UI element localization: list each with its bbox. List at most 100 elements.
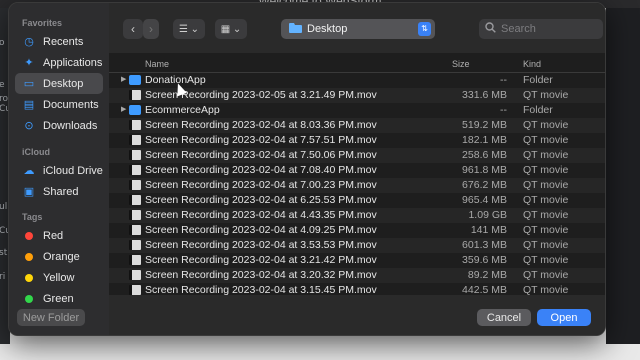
search-field[interactable] [479,19,603,39]
folder-icon [129,105,141,115]
sidebar-item-documents[interactable]: ▤ Documents [15,94,103,115]
file-name: Screen Recording 2023-02-04 at 7.08.40 P… [145,164,377,176]
sidebar-item-shared[interactable]: ▣ Shared [15,181,103,202]
file-row[interactable]: Screen Recording 2023-02-04 at 4.43.35 P… [109,208,605,223]
list-view-icon: ☰ ⌄ [178,23,200,35]
movie-file-icon [129,210,141,220]
sidebar-item-label: Documents [43,98,99,111]
chevron-left-icon: ‹ [131,22,135,36]
tag-color-dot-icon [25,231,33,240]
clock-icon: ◷ [24,36,34,48]
download-icon: ⊙ [24,120,34,132]
movie-file-icon [129,90,141,100]
file-row[interactable]: Screen Recording 2023-02-04 at 7.08.40 P… [109,163,605,178]
movie-file-icon [129,150,141,160]
file-kind: Folder [523,74,553,86]
background-text: ul [0,202,8,212]
sidebar-item-label: Downloads [43,119,98,132]
file-kind: QT movie [523,194,569,206]
file-row[interactable]: Screen Recording 2023-02-04 at 7.57.51 P… [109,133,605,148]
dialog-bottom-bar: New Folder Cancel Open [17,295,605,335]
sidebar-item-downloads[interactable]: ⊙ Downloads [15,115,103,136]
background-bottom-strip [0,344,640,360]
sidebar-item-label: Recents [43,35,84,48]
sidebar-item-applications[interactable]: ✦ Applications [15,52,103,73]
file-name: Screen Recording 2023-02-04 at 4.09.25 P… [145,224,377,236]
file-name: Screen Recording 2023-02-04 at 7.50.06 P… [145,149,377,161]
new-folder-button[interactable]: New Folder [17,309,85,326]
file-size: 519.2 MB [462,119,507,131]
folder-row[interactable]: ▶ EcommerceApp -- Folder [109,103,605,118]
search-input[interactable] [501,23,597,35]
file-size: 359.6 MB [462,254,507,266]
file-kind: QT movie [523,239,569,251]
disclosure-triangle-icon[interactable]: ▶ [121,105,126,113]
file-kind: QT movie [523,119,569,131]
file-name: Screen Recording 2023-02-04 at 3.53.53 P… [145,239,377,251]
tag-color-dot-icon [25,294,33,303]
file-row[interactable]: Screen Recording 2023-02-04 at 8.03.36 P… [109,118,605,133]
file-row[interactable]: Screen Recording 2023-02-04 at 7.50.06 P… [109,148,605,163]
view-mode-list-button[interactable]: ☰ ⌄ [173,19,205,39]
movie-file-icon [129,270,141,280]
background-text: o [0,38,5,48]
tags-section-label: Tags [22,212,43,222]
cancel-button[interactable]: Cancel [477,309,531,326]
file-name: Screen Recording 2023-02-04 at 7.00.23 P… [145,179,377,191]
file-row[interactable]: Screen Recording 2023-02-04 at 3.21.42 P… [109,253,605,268]
tag-item-orange[interactable]: Orange [15,246,103,267]
background-text: ri [0,272,6,282]
disclosure-triangle-icon[interactable]: ▶ [121,75,126,83]
movie-file-icon [129,255,141,265]
file-row[interactable]: Screen Recording 2023-02-04 at 3.20.32 P… [109,268,605,283]
file-kind: QT movie [523,164,569,176]
column-size[interactable]: Size [452,59,470,69]
file-row[interactable]: Screen Recording 2023-02-04 at 3.53.53 P… [109,238,605,253]
tag-item-green[interactable]: Green [15,288,103,309]
back-button[interactable]: ‹ [123,19,143,39]
open-button[interactable]: Open [537,309,591,326]
file-row[interactable]: Screen Recording 2023-02-04 at 4.09.25 P… [109,223,605,238]
file-name: Screen Recording 2023-02-04 at 3.20.32 P… [145,269,377,281]
icloud-list: ☁ iCloud Drive ▣ Shared [9,160,109,202]
file-size: 965.4 MB [462,194,507,206]
file-name: Screen Recording 2023-02-04 at 6.25.53 P… [145,194,377,206]
view-mode-grid-button[interactable]: ▦ ⌄ [215,19,247,39]
background-text: ro [0,94,9,104]
sidebar-item-icloud-drive[interactable]: ☁ iCloud Drive [15,160,103,181]
tag-item-yellow[interactable]: Yellow [15,267,103,288]
file-list: ▶ DonationApp -- Folder Screen Recording 202… [109,73,605,297]
tag-item-red[interactable]: Red [15,225,103,246]
movie-file-icon [129,180,141,190]
folder-icon [289,22,302,36]
file-name: Screen Recording 2023-02-04 at 4.43.35 P… [145,209,377,221]
forward-button[interactable]: › [143,19,159,39]
column-kind[interactable]: Kind [523,59,541,69]
movie-file-icon [129,285,141,295]
file-size: 1.09 GB [468,209,507,221]
movie-file-icon [129,225,141,235]
file-name: Screen Recording 2023-02-04 at 8.03.36 P… [145,119,377,131]
sidebar-item-recents[interactable]: ◷ Recents [15,31,103,52]
file-size: 182.1 MB [462,134,507,146]
sidebar-item-desktop[interactable]: ▭ Desktop [15,73,103,94]
movie-file-icon [129,165,141,175]
sidebar-item-label: Shared [43,185,79,198]
column-name[interactable]: Name [145,59,169,69]
location-popup[interactable]: Desktop ⇅ [281,19,435,39]
file-kind: QT movie [523,89,569,101]
dialog-sidebar: Favorites ◷ Recents ✦ Applications ▭ Desktop ▤… [9,3,109,335]
file-kind: Folder [523,104,553,116]
file-row[interactable]: Screen Recording 2023-02-04 at 6.25.53 P… [109,193,605,208]
movie-file-icon [129,135,141,145]
file-browser: ‹ › ☰ ⌄ ▦ ⌄ Desktop ⇅ Search Name Size K… [17,3,605,335]
tag-label: Orange [43,250,80,263]
file-row[interactable]: Screen Recording 2023-02-04 at 7.00.23 P… [109,178,605,193]
file-kind: QT movie [523,179,569,191]
chevron-right-icon: › [149,22,153,36]
file-kind: QT movie [523,269,569,281]
file-size: 961.8 MB [462,164,507,176]
background-text: e [0,80,5,90]
file-size: 331.6 MB [462,89,507,101]
tag-item-purple[interactable]: Purple [15,330,103,336]
